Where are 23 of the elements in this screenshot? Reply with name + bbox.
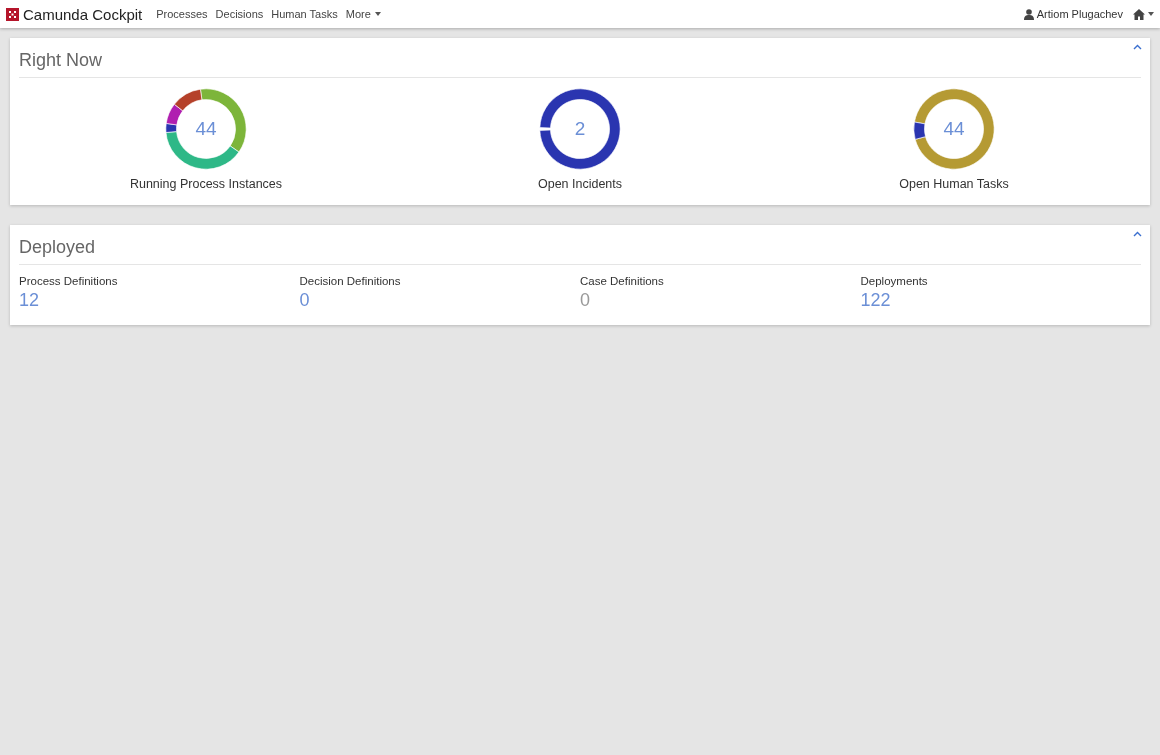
stat-label: Deployments [860,275,929,287]
panel-title: Right Now [19,49,103,72]
user-icon [1023,8,1034,20]
brand-title[interactable]: Camunda Cockpit [23,5,143,23]
donut-label: Open Incidents [537,177,623,191]
collapse-icon[interactable] [1133,231,1142,237]
home-icon[interactable] [1133,8,1145,20]
stat-label: Case Definitions [580,275,665,287]
more-menu[interactable]: More [345,8,371,20]
donut-label: Running Process Instances [129,177,283,191]
user-name[interactable]: Artiom Plugachev [1036,8,1123,20]
nav-link[interactable]: Processes [156,8,208,20]
stat-value: 0 [580,290,590,310]
collapse-icon[interactable] [1133,44,1142,50]
stat-label: Decision Definitions [299,275,402,287]
stat-label: Process Definitions [19,275,119,287]
panel-title: Deployed [19,236,96,259]
logo-icon [6,7,19,21]
nav-link[interactable]: Human Tasks [271,8,338,20]
donut-label: Open Human Tasks [899,177,1009,191]
caret-icon [374,12,381,16]
nav-link[interactable]: Decisions [215,8,264,20]
caret-icon [1148,12,1154,16]
